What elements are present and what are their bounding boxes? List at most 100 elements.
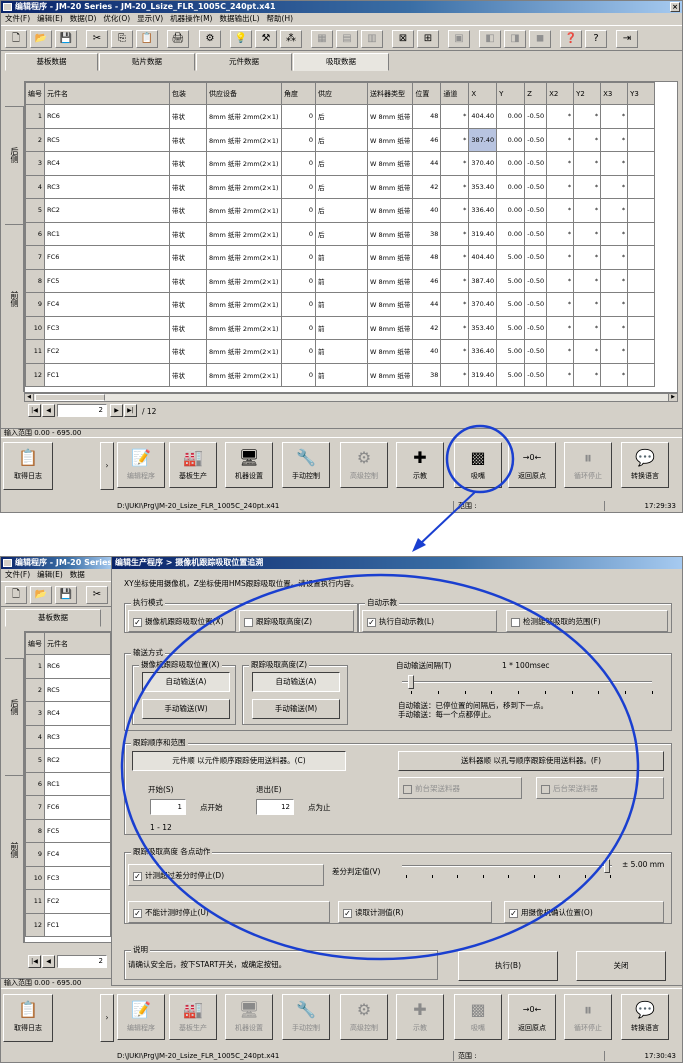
read-value-checkbox[interactable]: ✓ 读取计测值(R) <box>343 907 404 918</box>
check-range-checkbox[interactable]: 检测能够吸取的范围(F) <box>511 616 601 627</box>
prev-record-button[interactable]: ◀ <box>42 955 55 968</box>
diff-slider-track <box>402 865 612 867</box>
menu-item-1[interactable]: 编辑(E) <box>37 570 63 579</box>
stop-diff-checkbox[interactable]: ✓ 计测超过差分时停止(D) <box>133 870 224 881</box>
table-cell[interactable]: FC6 <box>44 795 111 820</box>
cam-confirm-checkbox[interactable]: ✓ 用摄像机确认位置(O) <box>509 907 593 918</box>
edit-program-button[interactable]: 📝 编辑程序 <box>117 994 165 1040</box>
table-cell[interactable]: RC5 <box>44 677 111 702</box>
col-header[interactable]: 元件名 <box>44 632 111 655</box>
tab-board-2[interactable]: 基板数据 <box>5 609 101 627</box>
menu-item-0[interactable]: 文件(F) <box>5 570 30 579</box>
table-row[interactable]: 8 FC5 <box>25 818 111 843</box>
cycle-stop-button[interactable]: ⏸ 循环停止 <box>564 994 612 1040</box>
end-input[interactable]: 12 <box>256 799 294 815</box>
slider-tick <box>482 875 484 878</box>
table-cell[interactable]: FC4 <box>44 842 111 867</box>
scope-label-2: 范围 : <box>453 1051 603 1061</box>
title-bar-2: 编辑程序 - JM-20 Series <box>1 557 112 569</box>
check-icon: ✓ <box>343 908 352 918</box>
slider-tick <box>625 691 627 694</box>
interval-slider-thumb[interactable] <box>408 675 414 689</box>
table-cell[interactable]: FC1 <box>44 912 111 937</box>
table-cell[interactable]: RC6 <box>44 654 111 679</box>
auto-feed-button-1[interactable]: 自动输送(A) <box>142 672 230 692</box>
pickup-data-grid-2[interactable]: 编号 元件名 1 RC6 2 RC5 3 RC4 4 RC3 5 RC2 6 RC1 7 FC6 8 FC5 9 FC… <box>24 631 112 943</box>
teach-button[interactable]: ✚ 示教 <box>396 994 444 1040</box>
table-row[interactable]: 7 FC6 <box>25 795 111 820</box>
slider-tick <box>406 875 407 878</box>
cycle-stop-icon: ⏸ <box>583 1000 592 1019</box>
dialog-title-bar: 编辑生产程序 > 摄像机跟踪吸取位置追溯 <box>112 557 682 569</box>
table-row[interactable]: 6 RC1 <box>25 771 111 796</box>
front-feeder-checkbox[interactable]: 前台架送料器 <box>403 783 460 794</box>
table-row[interactable]: 11 FC2 <box>25 889 111 914</box>
table-cell[interactable]: 3 <box>25 701 45 726</box>
table-cell[interactable]: 10 <box>25 865 45 890</box>
new-file-icon[interactable]: 🗋 <box>5 586 27 604</box>
table-cell[interactable]: 4 <box>25 724 45 749</box>
diff-slider-thumb[interactable] <box>604 859 610 873</box>
table-row[interactable]: 2 RC5 <box>25 677 111 702</box>
table-cell[interactable]: 6 <box>25 771 45 796</box>
open-folder-icon[interactable]: 📂 <box>30 586 52 604</box>
table-cell[interactable]: 5 <box>25 748 45 773</box>
table-row[interactable]: 12 FC1 <box>25 912 111 937</box>
order-by-feeder-button[interactable]: 送料器顺 以孔号顺序跟踪使用送料器。(F) <box>398 751 664 771</box>
table-cell[interactable]: RC2 <box>44 748 111 773</box>
rear-feeder-box: 后台架送料器 <box>536 777 664 799</box>
col-header[interactable]: 编号 <box>25 632 45 655</box>
machine-setup-button[interactable]: 🖥 机器设置 <box>225 994 273 1040</box>
manual-control-button[interactable]: 🔧 手动控制 <box>282 994 330 1040</box>
nozzle-button[interactable]: ▩ 吸嘴 <box>454 994 502 1040</box>
camera-track-dialog: 编辑生产程序 > 摄像机跟踪吸取位置追溯 XY坐标使用摄像机，Z坐标使用HMS跟… <box>111 556 683 986</box>
table-cell[interactable]: FC3 <box>44 865 111 890</box>
start-input[interactable]: 1 <box>150 799 186 815</box>
table-cell[interactable]: 11 <box>25 889 45 914</box>
table-cell[interactable]: 9 <box>25 842 45 867</box>
stop-unmeasurable-checkbox[interactable]: ✓ 不能计测时停止(U) <box>133 907 209 918</box>
record-number-input[interactable]: 2 <box>57 955 107 968</box>
menu-item-2[interactable]: 数据 <box>70 570 85 579</box>
cam-track-checkbox[interactable]: ✓ 摄像机跟踪吸取位置(X) <box>133 616 224 627</box>
cut-icon[interactable]: ✂ <box>86 586 108 604</box>
table-row[interactable]: 3 RC4 <box>25 701 111 726</box>
table-cell[interactable]: RC1 <box>44 771 111 796</box>
expand-toggle-button-2[interactable]: › <box>100 994 114 1042</box>
table-cell[interactable]: 8 <box>25 818 45 843</box>
table-cell[interactable]: FC5 <box>44 818 111 843</box>
auto-feed-button-2[interactable]: 自动输送(A) <box>252 672 340 692</box>
save-icon[interactable]: 💾 <box>55 586 77 604</box>
manual-feed-button-2[interactable]: 手动输送(M) <box>252 699 340 719</box>
close-button[interactable]: 关闭 <box>576 951 666 981</box>
return-origin-button[interactable]: →0← 返回原点 <box>508 994 556 1040</box>
table-cell[interactable]: 2 <box>25 677 45 702</box>
order-by-part-button[interactable]: 元件顺 以元件顺序跟踪使用送料器。(C) <box>132 751 346 771</box>
table-cell[interactable]: 1 <box>25 654 45 679</box>
table-row[interactable]: 10 FC3 <box>25 865 111 890</box>
exec-auto-teach-box: ✓ 执行自动示教(L) <box>362 610 497 632</box>
nozzle-icon: ▩ <box>470 1000 486 1019</box>
rear-feeder-checkbox[interactable]: 后台架送料器 <box>541 783 598 794</box>
switch-language-button[interactable]: 💬 转换语言 <box>621 994 669 1040</box>
table-row[interactable]: 9 FC4 <box>25 842 111 867</box>
manual-feed-button-1[interactable]: 手动输送(W) <box>142 699 230 719</box>
advanced-control-button[interactable]: ⚙ 高级控制 <box>340 994 388 1040</box>
read-value-box: ✓ 读取计测值(R) <box>338 901 492 923</box>
table-row[interactable]: 4 RC3 <box>25 724 111 749</box>
track-height-checkbox-box: 跟踪吸取高度(Z) <box>239 610 354 632</box>
table-cell[interactable]: FC2 <box>44 889 111 914</box>
table-row[interactable]: 1 RC6 <box>25 654 111 679</box>
table-row[interactable]: 5 RC2 <box>25 748 111 773</box>
get-log-button-2[interactable]: 📋 取得日志 <box>3 994 53 1042</box>
track-height-checkbox[interactable]: 跟踪吸取高度(Z) <box>244 616 312 627</box>
table-cell[interactable]: RC4 <box>44 701 111 726</box>
dialog-intro: XY坐标使用摄像机，Z坐标使用HMS跟踪吸取位置。请设置执行内容。 <box>124 579 359 588</box>
first-record-button[interactable]: |◀ <box>28 955 41 968</box>
board-production-button[interactable]: 🏭 基板生产 <box>169 994 217 1040</box>
table-cell[interactable]: 7 <box>25 795 45 820</box>
run-button[interactable]: 执行(B) <box>458 951 558 981</box>
table-cell[interactable]: 12 <box>25 912 45 937</box>
table-cell[interactable]: RC3 <box>44 724 111 749</box>
exec-auto-teach-checkbox[interactable]: ✓ 执行自动示教(L) <box>367 616 434 627</box>
